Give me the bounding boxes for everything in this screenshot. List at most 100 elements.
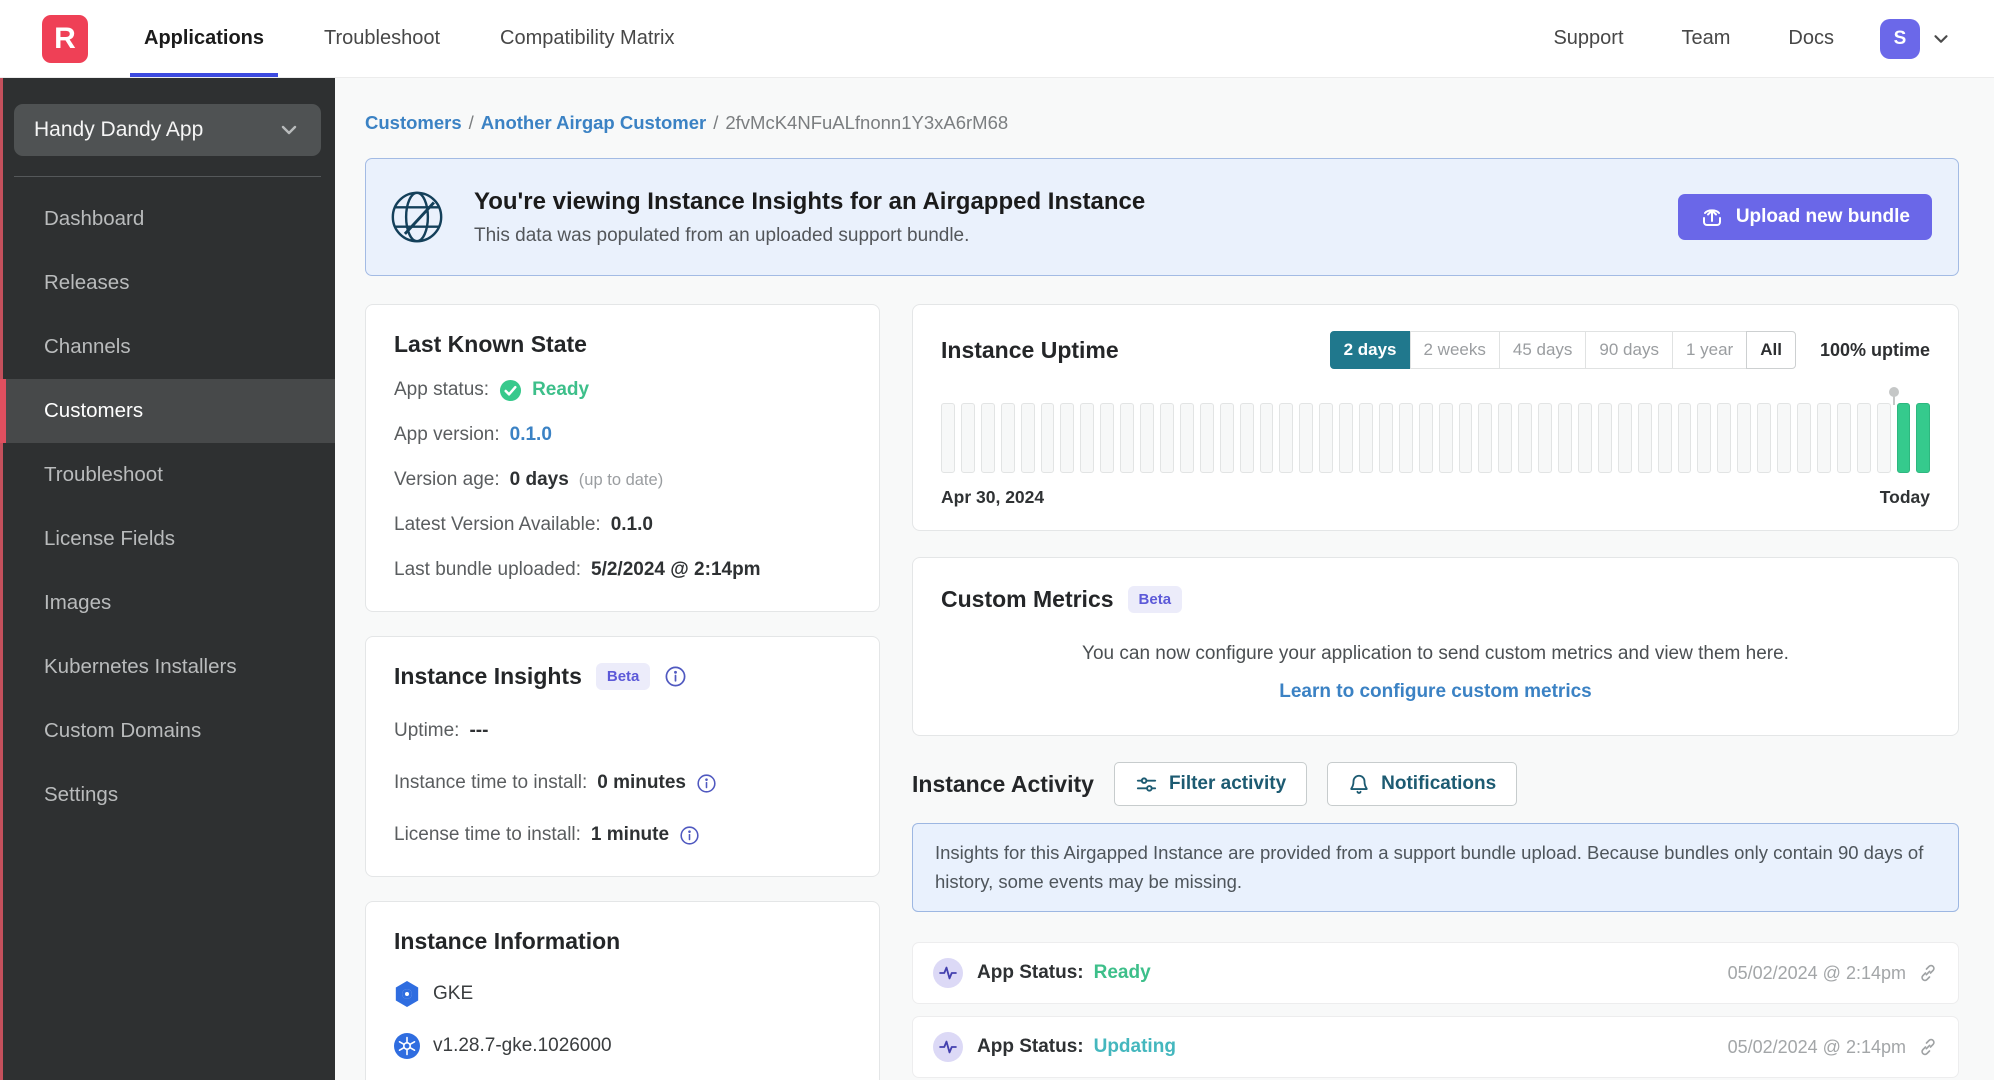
- uptime-bar: [1916, 403, 1931, 473]
- uptime-bar: [1259, 403, 1274, 473]
- nav-item-applications[interactable]: Applications: [130, 0, 279, 77]
- sidebar: Handy Dandy App Dashboard Releases Chann…: [0, 78, 335, 1080]
- user-menu-chevron-down-icon[interactable]: [1930, 28, 1952, 50]
- replicated-logo[interactable]: R: [42, 14, 88, 63]
- last-known-state-title: Last Known State: [394, 331, 587, 357]
- uptime-bar: [1040, 403, 1055, 473]
- uptime-value: ---: [469, 720, 489, 741]
- filter-activity-label: Filter activity: [1168, 773, 1287, 794]
- app-version-link[interactable]: 0.1.0: [510, 424, 552, 446]
- version-age-value: 0 days: [509, 469, 569, 490]
- event-timestamp: 05/02/2024 @ 2:14pm: [1727, 962, 1906, 983]
- breadcrumb-link-customer[interactable]: Another Airgap Customer: [481, 112, 706, 133]
- sidebar-item-dashboard[interactable]: Dashboard: [0, 187, 335, 251]
- app-selector-label: Handy Dandy App: [34, 118, 204, 141]
- info-icon[interactable]: [696, 773, 717, 794]
- uptime-bar: [1657, 403, 1672, 473]
- sidebar-item-troubleshoot[interactable]: Troubleshoot: [0, 443, 335, 507]
- avatar[interactable]: S: [1880, 18, 1920, 59]
- nav-item-troubleshoot[interactable]: Troubleshoot: [310, 0, 454, 77]
- uptime-end-date: Today: [1879, 487, 1930, 507]
- uptime-bar: [1239, 403, 1254, 473]
- range-button-2-weeks[interactable]: 2 weeks: [1409, 331, 1500, 369]
- uptime-bar: [1597, 403, 1612, 473]
- kubernetes-icon: [394, 1033, 420, 1059]
- range-button-all[interactable]: All: [1746, 331, 1796, 369]
- uptime-bar: [1737, 403, 1752, 473]
- globe-icon: [388, 188, 446, 246]
- uptime-start-date: Apr 30, 2024: [941, 487, 1045, 507]
- uptime-bar: [1299, 403, 1314, 473]
- nav-item-docs[interactable]: Docs: [1780, 23, 1842, 54]
- event-status: Ready: [1093, 962, 1151, 984]
- uptime-bar: [1677, 403, 1692, 473]
- uptime-bar: [1100, 403, 1115, 473]
- range-button-45-days[interactable]: 45 days: [1498, 331, 1587, 369]
- chevron-down-icon: [281, 125, 297, 135]
- uptime-bar: [1796, 403, 1811, 473]
- nav-item-compatibility-matrix[interactable]: Compatibility Matrix: [486, 0, 688, 77]
- instance-uptime-title: Instance Uptime: [941, 336, 1119, 363]
- upload-new-bundle-button[interactable]: Upload new bundle: [1677, 194, 1932, 240]
- link-icon[interactable]: [1918, 1037, 1938, 1057]
- range-button-1-year[interactable]: 1 year: [1671, 331, 1748, 369]
- uptime-bar: [1140, 403, 1154, 473]
- sidebar-item-settings[interactable]: Settings: [0, 763, 335, 827]
- pulse-icon: [933, 958, 963, 989]
- gke-icon: [395, 981, 419, 1007]
- sidebar-item-license-fields[interactable]: License Fields: [0, 507, 335, 571]
- k8s-version-value: v1.28.7-gke.1026000: [433, 1035, 612, 1056]
- nav-item-team[interactable]: Team: [1674, 23, 1739, 54]
- uptime-bar: [1378, 403, 1393, 473]
- custom-metrics-card: Custom Metrics Beta You can now configur…: [912, 557, 1959, 736]
- uptime-bar: [1199, 403, 1214, 473]
- distribution-value: GKE: [433, 983, 474, 1004]
- nav-item-support[interactable]: Support: [1545, 23, 1631, 54]
- uptime-bar: [1398, 403, 1413, 473]
- event-timestamp: 05/02/2024 @ 2:14pm: [1727, 1036, 1906, 1057]
- uptime-bar: [1836, 403, 1851, 473]
- uptime-bar: [1717, 403, 1732, 473]
- uptime-bar: [980, 403, 995, 473]
- link-icon[interactable]: [1918, 963, 1938, 983]
- instance-time-to-install-value: 0 minutes: [597, 772, 686, 793]
- sidebar-item-releases[interactable]: Releases: [0, 251, 335, 315]
- uptime-percent-text: 100% uptime: [1819, 339, 1930, 360]
- uptime-bar: [1418, 403, 1433, 473]
- uptime-bar: [1617, 403, 1632, 473]
- uptime-bar: [1816, 403, 1831, 473]
- sidebar-item-channels[interactable]: Channels: [0, 315, 335, 379]
- range-button-90-days[interactable]: 90 days: [1585, 331, 1673, 369]
- uptime-bar: [1478, 403, 1493, 473]
- uptime-bar: [1080, 403, 1095, 473]
- uptime-bars: [941, 387, 1931, 473]
- version-age-note: (up to date): [578, 470, 664, 489]
- uptime-bar: [1339, 403, 1354, 473]
- event-label: App Status:: [977, 1036, 1084, 1058]
- sidebar-item-kubernetes-installers[interactable]: Kubernetes Installers: [0, 635, 335, 699]
- sidebar-item-custom-domains[interactable]: Custom Domains: [0, 699, 335, 763]
- filter-activity-button[interactable]: Filter activity: [1113, 762, 1308, 806]
- notifications-button[interactable]: Notifications: [1327, 762, 1518, 806]
- license-time-to-install-label: License time to install:: [394, 824, 581, 845]
- sidebar-item-images[interactable]: Images: [0, 571, 335, 635]
- uptime-bar: [1120, 403, 1135, 473]
- uptime-bar: [1856, 403, 1871, 473]
- breadcrumb-link-customers[interactable]: Customers: [365, 112, 462, 133]
- configure-custom-metrics-link[interactable]: Learn to configure custom metrics: [941, 681, 1930, 703]
- banner-subtitle: This data was populated from an uploaded…: [474, 224, 970, 246]
- sidebar-item-customers[interactable]: Customers: [0, 379, 335, 443]
- last-known-state-card: Last Known State App status: Ready App v…: [365, 304, 880, 612]
- uptime-bar: [1159, 403, 1174, 473]
- app-selector-dropdown[interactable]: Handy Dandy App: [14, 104, 321, 156]
- upload-button-label: Upload new bundle: [1735, 206, 1910, 227]
- notifications-label: Notifications: [1381, 773, 1497, 794]
- range-button-2-days[interactable]: 2 days: [1329, 331, 1411, 369]
- breadcrumb: Customers / Another Airgap Customer / 2fvMcK…: [365, 112, 1959, 134]
- app-status-label: App status:: [394, 379, 490, 400]
- filter-icon: [1136, 776, 1157, 792]
- app-status-value: Ready: [532, 379, 590, 400]
- info-icon[interactable]: [664, 665, 687, 688]
- breadcrumb-separator: /: [468, 112, 474, 133]
- info-icon[interactable]: [679, 825, 700, 846]
